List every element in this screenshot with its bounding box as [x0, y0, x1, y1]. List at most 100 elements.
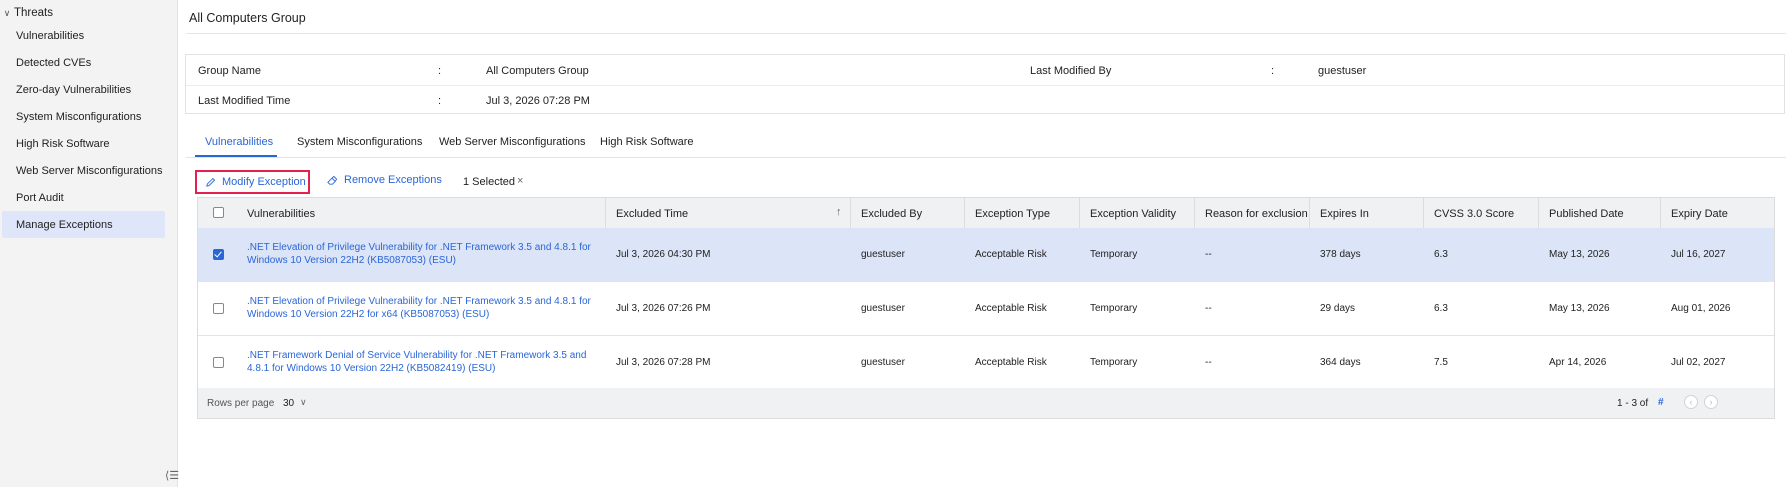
column-divider — [1194, 198, 1195, 228]
next-page-icon[interactable]: › — [1704, 395, 1718, 409]
table-row[interactable]: .NET Elevation of Privilege Vulnerabilit… — [198, 282, 1774, 336]
cvss-score-cell: 6.3 — [1434, 303, 1448, 314]
rows-per-page-label: Rows per page — [207, 398, 275, 409]
tab-vulnerabilities[interactable]: Vulnerabilities — [205, 136, 273, 148]
sidebar-item-system-misconfigurations[interactable]: System Misconfigurations — [2, 103, 165, 130]
column-header-exception-type[interactable]: Exception Type — [975, 208, 1050, 220]
reason-cell: -- — [1205, 357, 1212, 368]
cvss-score-cell: 6.3 — [1434, 249, 1448, 260]
column-header-published-date[interactable]: Published Date — [1549, 208, 1624, 220]
vulnerability-link[interactable]: .NET Framework Denial of Service Vulnera… — [247, 349, 592, 375]
sidebar-group-threats[interactable]: ∨ Threats — [0, 4, 53, 22]
edit-pencil-icon — [206, 177, 216, 187]
sidebar-group-label: Threats — [14, 7, 53, 19]
divider — [186, 157, 1786, 158]
pagination-total[interactable]: # — [1658, 397, 1664, 408]
rows-per-page-select[interactable]: 30 — [283, 398, 294, 409]
sidebar-item-manage-exceptions[interactable]: Manage Exceptions — [2, 211, 165, 238]
sidebar-item-detected-cves[interactable]: Detected CVEs — [2, 49, 165, 76]
excluded-by-cell: guestuser — [861, 303, 905, 314]
chevron-down-icon: ∨ — [3, 7, 11, 18]
vulnerability-link[interactable]: .NET Elevation of Privilege Vulnerabilit… — [247, 241, 592, 267]
pagination-range: 1 - 3 of — [1617, 398, 1649, 409]
sidebar-item-web-server-misconfigurations[interactable]: Web Server Misconfigurations — [2, 157, 165, 184]
row-checkbox[interactable] — [213, 357, 224, 368]
chevron-down-icon[interactable]: ∨ — [300, 397, 307, 408]
group-name-label: Group Name — [198, 65, 261, 77]
collapse-sidebar-icon[interactable]: ⟨☰ — [165, 469, 179, 482]
column-header-expiry-date[interactable]: Expiry Date — [1671, 208, 1728, 220]
column-divider — [964, 198, 965, 228]
exception-type-cell: Acceptable Risk — [975, 357, 1047, 368]
exception-validity-cell: Temporary — [1090, 357, 1138, 368]
eraser-icon — [327, 175, 338, 185]
column-header-excluded-time[interactable]: Excluded Time — [616, 208, 688, 220]
tab-system-misconfigurations[interactable]: System Misconfigurations — [297, 136, 422, 148]
select-all-checkbox[interactable] — [213, 207, 224, 218]
exceptions-table: Vulnerabilities Excluded Time ↑ Excluded… — [197, 197, 1775, 419]
group-name-value: All Computers Group — [486, 65, 589, 77]
last-modified-by-value: guestuser — [1318, 65, 1367, 77]
tab-web-server-misconfigurations[interactable]: Web Server Misconfigurations — [439, 136, 586, 148]
remove-exceptions-button[interactable]: Remove Exceptions — [326, 174, 442, 186]
column-header-excluded-by[interactable]: Excluded By — [861, 208, 922, 220]
separator: : — [438, 65, 442, 77]
published-date-cell: Apr 14, 2026 — [1549, 357, 1607, 368]
last-modified-time-label: Last Modified Time — [198, 95, 291, 107]
separator: : — [438, 95, 442, 107]
column-header-expires-in[interactable]: Expires In — [1320, 208, 1369, 220]
clear-selection-icon[interactable]: × — [517, 175, 523, 187]
table-row[interactable]: .NET Elevation of Privilege Vulnerabilit… — [198, 228, 1774, 282]
column-divider — [850, 198, 851, 228]
divider — [186, 33, 1786, 34]
excluded-by-cell: guestuser — [861, 249, 905, 260]
sort-ascending-icon[interactable]: ↑ — [836, 206, 842, 218]
column-divider — [1423, 198, 1424, 228]
excluded-by-cell: guestuser — [861, 357, 905, 368]
excluded-time-cell: Jul 3, 2026 07:26 PM — [616, 303, 711, 314]
column-divider — [1309, 198, 1310, 228]
exception-type-cell: Acceptable Risk — [975, 249, 1047, 260]
expires-in-cell: 364 days — [1320, 357, 1361, 368]
sidebar-item-vulnerabilities[interactable]: Vulnerabilities — [2, 22, 165, 49]
expires-in-cell: 29 days — [1320, 303, 1356, 314]
table-header: Vulnerabilities Excluded Time ↑ Excluded… — [198, 198, 1774, 229]
table-row[interactable]: .NET Framework Denial of Service Vulnera… — [198, 336, 1774, 390]
published-date-cell: May 13, 2026 — [1549, 249, 1610, 260]
last-modified-time-value: Jul 3, 2026 07:28 PM — [486, 95, 590, 107]
column-header-vulnerabilities[interactable]: Vulnerabilities — [247, 208, 315, 220]
selected-count: 1 Selected — [463, 176, 515, 188]
expiry-date-cell: Jul 16, 2027 — [1671, 249, 1726, 260]
column-header-cvss-score[interactable]: CVSS 3.0 Score — [1434, 208, 1514, 220]
sidebar-item-port-audit[interactable]: Port Audit — [2, 184, 165, 211]
row-checkbox[interactable] — [213, 249, 224, 260]
expiry-date-cell: Jul 02, 2027 — [1671, 357, 1726, 368]
expires-in-cell: 378 days — [1320, 249, 1361, 260]
tab-high-risk-software[interactable]: High Risk Software — [600, 136, 694, 148]
expiry-date-cell: Aug 01, 2026 — [1671, 303, 1731, 314]
info-row: Group Name : All Computers Group Last Mo… — [186, 55, 1784, 86]
info-row: Last Modified Time : Jul 3, 2026 07:28 P… — [186, 85, 1784, 115]
exception-validity-cell: Temporary — [1090, 303, 1138, 314]
previous-page-icon[interactable]: ‹ — [1684, 395, 1698, 409]
vulnerability-link[interactable]: .NET Elevation of Privilege Vulnerabilit… — [247, 295, 592, 321]
published-date-cell: May 13, 2026 — [1549, 303, 1610, 314]
sidebar-item-high-risk-software[interactable]: High Risk Software — [2, 130, 165, 157]
column-header-exception-validity[interactable]: Exception Validity — [1090, 208, 1176, 220]
sidebar-item-zero-day-vulnerabilities[interactable]: Zero-day Vulnerabilities — [2, 76, 165, 103]
reason-cell: -- — [1205, 303, 1212, 314]
table-footer: Rows per page 30 ∨ 1 - 3 of # ‹ › — [198, 388, 1774, 418]
exception-validity-cell: Temporary — [1090, 249, 1138, 260]
row-checkbox[interactable] — [213, 303, 224, 314]
modify-exception-label: Modify Exception — [222, 176, 306, 188]
column-divider — [605, 198, 606, 228]
column-divider — [1660, 198, 1661, 228]
excluded-time-cell: Jul 3, 2026 07:28 PM — [616, 357, 711, 368]
page-title: All Computers Group — [189, 11, 306, 25]
cvss-score-cell: 7.5 — [1434, 357, 1448, 368]
modify-exception-button[interactable]: Modify Exception — [195, 170, 310, 194]
exception-type-cell: Acceptable Risk — [975, 303, 1047, 314]
reason-cell: -- — [1205, 249, 1212, 260]
last-modified-by-label: Last Modified By — [1030, 65, 1112, 77]
column-header-reason[interactable]: Reason for exclusion — [1205, 208, 1308, 220]
